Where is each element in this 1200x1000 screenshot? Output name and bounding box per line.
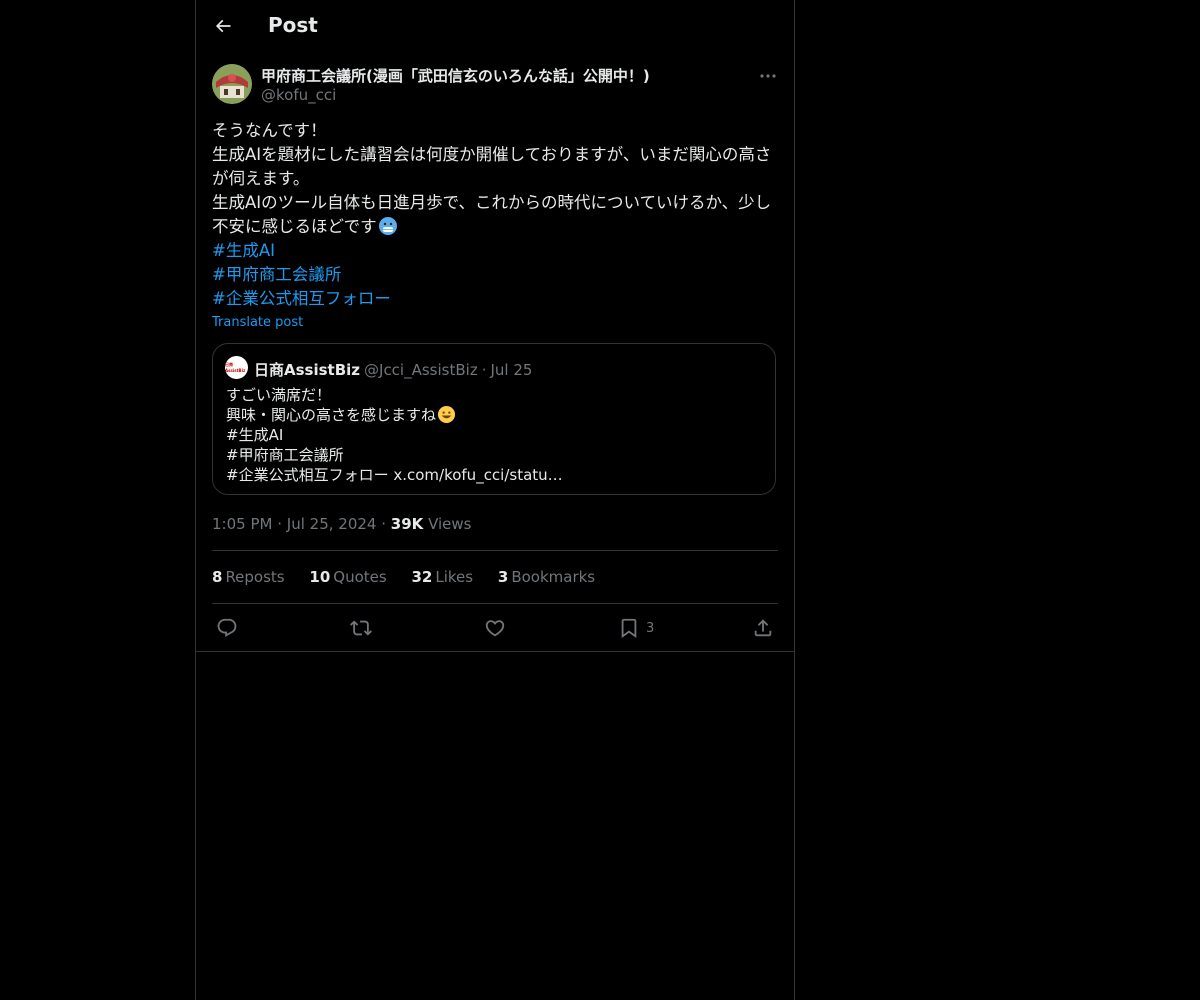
bookmark-button[interactable]: 3 (618, 615, 654, 641)
more-icon (760, 74, 776, 78)
share-icon (754, 619, 772, 637)
divider (196, 651, 794, 652)
quoted-line: #生成AI (226, 426, 284, 444)
post-stats: 8 Reposts 10 Quotes 32 Likes 3 Bookmarks (212, 568, 615, 586)
arrow-left-icon (215, 19, 231, 33)
separator-dot: · (481, 361, 487, 379)
divider (212, 550, 778, 551)
quoted-line: すごい満席だ！ (226, 386, 332, 404)
author-handle[interactable]: @kofu_cci (261, 86, 336, 104)
likes-stat[interactable]: 32 Likes (411, 568, 473, 586)
likes-count: 32 (411, 568, 433, 586)
separator-dot: · (277, 515, 287, 533)
quotes-count: 10 (309, 568, 331, 586)
share-button[interactable] (752, 615, 774, 641)
quoted-line: #甲府商工会議所 (226, 446, 344, 464)
page-header: Post (196, 0, 794, 53)
post-line: そうなんです！ (212, 121, 327, 140)
translate-post-link[interactable]: Translate post (212, 315, 303, 330)
hashtag-link[interactable]: #生成AI (212, 239, 778, 263)
quoted-line: 興味・関心の高さを感じますね (226, 405, 766, 425)
reposts-count: 8 (212, 568, 223, 586)
reply-button[interactable] (216, 615, 238, 641)
bookmark-icon (621, 618, 637, 639)
quoted-post-body: すごい満席だ！ 興味・関心の高さを感じますね #生成AI #甲府商工会議所 #企… (226, 385, 766, 485)
reposts-label: Reposts (225, 568, 285, 586)
separator-dot: · (381, 515, 391, 533)
heart-icon (485, 620, 505, 637)
quoted-author-name: 日商AssistBiz (254, 361, 361, 379)
bookmark-count: 3 (646, 620, 655, 636)
more-options-button[interactable] (756, 66, 780, 86)
repost-icon (350, 620, 372, 636)
like-button[interactable] (484, 615, 506, 641)
quotes-label: Quotes (333, 568, 387, 586)
page-title: Post (268, 13, 318, 37)
divider (212, 603, 778, 604)
post-date[interactable]: Jul 25, 2024 (287, 515, 377, 533)
grinning-face-emoji-icon (437, 405, 457, 425)
views-label: Views (428, 515, 472, 533)
post-body: そうなんです！ 生成AIを題材にした講習会は何度か開催しておりますが、いまだ関心… (212, 119, 778, 311)
likes-label: Likes (435, 568, 474, 586)
post-line: 生成AIのツール自体も日進月歩で、これからの時代についていけるか、少し不安に感じ… (212, 191, 778, 239)
hashtag-link[interactable]: #企業公式相互フォロー (212, 287, 778, 311)
quoted-author-avatar: 日商AssistBiz (225, 356, 248, 379)
author-avatar[interactable] (212, 64, 252, 104)
quoted-post[interactable]: 日商AssistBiz 日商AssistBiz @Jcci_AssistBiz · J… (212, 343, 776, 495)
back-button[interactable] (208, 11, 238, 41)
post-line: 生成AIを題材にした講習会は何度か開催しておりますが、いまだ関心の高さが伺えます… (212, 145, 772, 188)
post-column: Post 甲府商工会議所(漫画「武田信玄のいろんな話」公開中！) @kofu_c… (195, 0, 795, 1000)
bookmarks-label: Bookmarks (511, 568, 596, 586)
reposts-stat[interactable]: 8 Reposts (212, 568, 285, 586)
quotes-stat[interactable]: 10 Quotes (309, 568, 386, 586)
quoted-avatar-logo-text: 日商AssistBiz (225, 362, 246, 373)
post-time[interactable]: 1:05 PM (212, 515, 272, 533)
hashtag-link[interactable]: #甲府商工会議所 (212, 263, 778, 287)
quoted-post-header: 日商AssistBiz @Jcci_AssistBiz · Jul 25 (254, 359, 532, 380)
views-count: 39K (390, 515, 424, 533)
quoted-line: #企業公式相互フォロー x.com/kofu_cci/statu… (226, 466, 563, 484)
bookmarks-count: 3 (497, 568, 509, 586)
quoted-line-text: 興味・関心の高さを感じますね (226, 406, 437, 424)
quoted-author-handle: @Jcci_AssistBiz (364, 361, 478, 379)
bookmarks-stat[interactable]: 3 Bookmarks (498, 568, 595, 586)
reply-icon (217, 618, 237, 637)
cold-sweat-emoji-icon (378, 216, 398, 236)
author-name[interactable]: 甲府商工会議所(漫画「武田信玄のいろんな話」公開中！) (261, 65, 650, 86)
post-meta: 1:05 PM · Jul 25, 2024 · 39K Views (212, 515, 471, 533)
repost-button[interactable] (350, 615, 372, 641)
quoted-post-date: Jul 25 (490, 361, 533, 379)
post-line-text: 生成AIのツール自体も日進月歩で、これからの時代についていけるか、少し不安に感じ… (212, 193, 772, 236)
